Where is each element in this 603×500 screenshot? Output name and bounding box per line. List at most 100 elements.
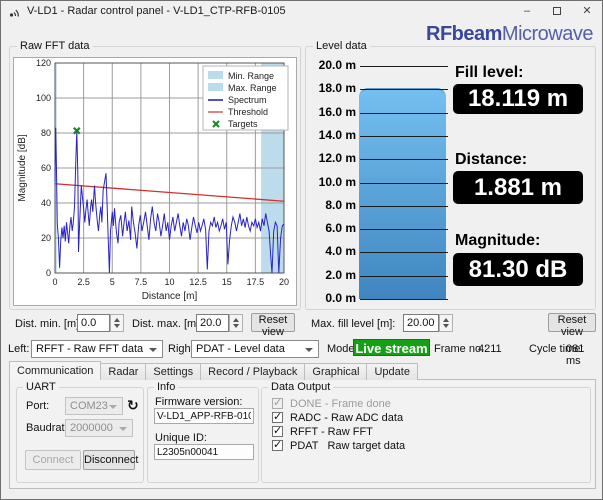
- tab-bar: Communication Radar Settings Record / Playb…: [9, 361, 418, 380]
- svg-text:10: 10: [164, 277, 174, 287]
- info-group-title: Info: [154, 381, 179, 393]
- level-data-group: Level data 20.0 m 18.0 m 16.0 m 14.0 m 12.0 …: [305, 40, 596, 310]
- magnitude-label: Magnitude:: [455, 232, 541, 249]
- dist-min-spin-buttons[interactable]: [110, 314, 124, 332]
- app-icon: [9, 9, 19, 17]
- tab-update[interactable]: Update: [366, 363, 418, 380]
- svg-text:40: 40: [41, 198, 51, 208]
- checkbox-label: RADC - Raw ADC data: [290, 412, 404, 424]
- svg-text:60: 60: [41, 163, 51, 173]
- data-output-group-title: Data Output: [268, 381, 334, 393]
- app-window: V-LD1 - Radar control panel - V-LD1_CTP-…: [0, 0, 603, 500]
- svg-text:12.5: 12.5: [189, 277, 207, 287]
- tab-radar[interactable]: Radar: [100, 363, 147, 380]
- dist-max-spinner[interactable]: [196, 314, 243, 332]
- logo-light-text: Microwave: [501, 23, 594, 45]
- tab-record-playback[interactable]: Record / Playback: [200, 363, 306, 380]
- data-output-group: Data Output ✓ DONE - Frame done ✓ RADC - Ra…: [261, 381, 591, 483]
- gauge-tick-line: [360, 252, 448, 254]
- mode-status-badge: Live stream: [353, 339, 430, 356]
- tab-communication[interactable]: Communication: [9, 361, 102, 380]
- port-select[interactable]: COM23: [65, 397, 123, 415]
- gauge-tick-label: 16.0 m: [318, 104, 356, 119]
- maximize-button[interactable]: [542, 1, 572, 23]
- gauge-tick-line: [360, 205, 448, 207]
- firmware-version-label: Firmware version:: [155, 396, 243, 408]
- close-button[interactable]: ✕: [572, 1, 602, 23]
- magnitude-value: 81.30 dB: [453, 253, 583, 286]
- gauge-tick-label: 12.0 m: [318, 151, 356, 166]
- svg-text:7.5: 7.5: [135, 277, 148, 287]
- distance-value: 1.881 m: [453, 171, 583, 204]
- connect-button[interactable]: Connect: [25, 450, 81, 470]
- svg-text:Magnitude [dB]: Magnitude [dB]: [17, 134, 28, 201]
- max-fill-spinner[interactable]: [403, 314, 453, 332]
- tab-graphical[interactable]: Graphical: [304, 363, 368, 380]
- window-title: V-LD1 - Radar control panel - V-LD1_CTP-…: [27, 5, 286, 17]
- dist-max-label: Dist. max. [m]:: [132, 318, 203, 330]
- checkbox[interactable]: ✓: [272, 425, 283, 437]
- svg-text:0: 0: [52, 277, 57, 287]
- baudrate-select[interactable]: 2000000: [65, 419, 133, 437]
- gauge-tick-line: [360, 275, 448, 277]
- dist-min-label: Dist. min. [m]:: [15, 318, 83, 330]
- svg-text:100: 100: [36, 93, 51, 103]
- gauge-tick-label: 6.0 m: [325, 221, 356, 236]
- svg-text:Min. Range: Min. Range: [228, 71, 274, 81]
- gauge-tick-line: [360, 182, 448, 184]
- firmware-version-field[interactable]: [154, 408, 254, 424]
- max-fill-spin-buttons[interactable]: [439, 314, 453, 332]
- gauge-tick-label: 20.0 m: [318, 58, 356, 72]
- gauge-tick-label: 4.0 m: [325, 244, 356, 259]
- fft-chart[interactable]: 0 20 40 60 80 100 120 0 2.5 5 7.5 10 12.5 15 17.5 20 Dis…: [13, 57, 297, 306]
- frame-no-value: 4211: [478, 343, 502, 355]
- svg-text:20: 20: [279, 277, 289, 287]
- svg-text:5: 5: [110, 277, 115, 287]
- svg-text:Distance [m]: Distance [m]: [142, 291, 198, 302]
- checkbox-label: RFFT - Raw FFT: [290, 426, 373, 438]
- unique-id-field[interactable]: [154, 444, 254, 460]
- svg-text:15: 15: [222, 277, 232, 287]
- fft-reset-view-button[interactable]: Reset view: [251, 313, 295, 338]
- gauge-tick-label: 18.0 m: [318, 81, 356, 96]
- tab-settings[interactable]: Settings: [145, 363, 202, 380]
- gauge-tick-label: 2.0 m: [325, 267, 356, 282]
- checkbox[interactable]: ✓: [272, 439, 283, 451]
- svg-text:80: 80: [41, 128, 51, 138]
- left-channel-select[interactable]: RFFT - Raw FFT data: [31, 340, 163, 358]
- gauge-tick-line: [360, 159, 448, 161]
- minimize-button[interactable]: –: [512, 1, 542, 23]
- info-group: Info Firmware version: Unique ID:: [147, 381, 259, 483]
- distance-label: Distance:: [455, 151, 528, 168]
- left-channel-label: Left:: [8, 343, 30, 355]
- svg-text:Threshold: Threshold: [228, 107, 268, 117]
- gauge-tick-label: 10.0 m: [318, 174, 356, 189]
- rfbeam-logo: RFbeamMicrowave: [426, 23, 593, 46]
- gauge-tick-label: 8.0 m: [325, 197, 356, 212]
- refresh-ports-icon[interactable]: ↻: [127, 398, 139, 412]
- disconnect-button[interactable]: Disconnect: [83, 450, 138, 470]
- dist-max-spin-buttons[interactable]: [229, 314, 243, 332]
- gauge-tick-line: [360, 229, 448, 231]
- tab-panel-communication: UART Port: COM23 ↻ Baudrate: 2000000 Con…: [9, 379, 596, 489]
- level-reset-view-button[interactable]: Reset view: [548, 313, 596, 338]
- unique-id-label: Unique ID:: [155, 432, 207, 444]
- svg-text:0: 0: [46, 268, 51, 278]
- gauge-tick-line: [360, 89, 448, 91]
- gauge-tick-line: [360, 135, 448, 137]
- svg-text:Targets: Targets: [228, 119, 258, 129]
- gauge-tick-label: 0.0 m: [325, 291, 356, 305]
- dist-min-input[interactable]: [77, 314, 110, 332]
- dist-max-input[interactable]: [196, 314, 229, 332]
- max-fill-input[interactable]: [403, 314, 439, 332]
- max-fill-level-label: Max. fill level [m]:: [311, 318, 396, 330]
- gauge-tick-line: [360, 299, 448, 300]
- raw-fft-group-title: Raw FFT data: [17, 40, 93, 52]
- checkbox[interactable]: ✓: [272, 411, 283, 423]
- checkbox: ✓: [272, 397, 283, 409]
- cycle-time-value: 081 ms: [566, 343, 585, 367]
- dist-min-spinner[interactable]: [77, 314, 124, 332]
- right-channel-select[interactable]: PDAT - Level data: [191, 340, 319, 358]
- checkbox-label: PDAT Raw target data: [290, 440, 406, 452]
- fill-level-label: Fill level:: [455, 64, 524, 81]
